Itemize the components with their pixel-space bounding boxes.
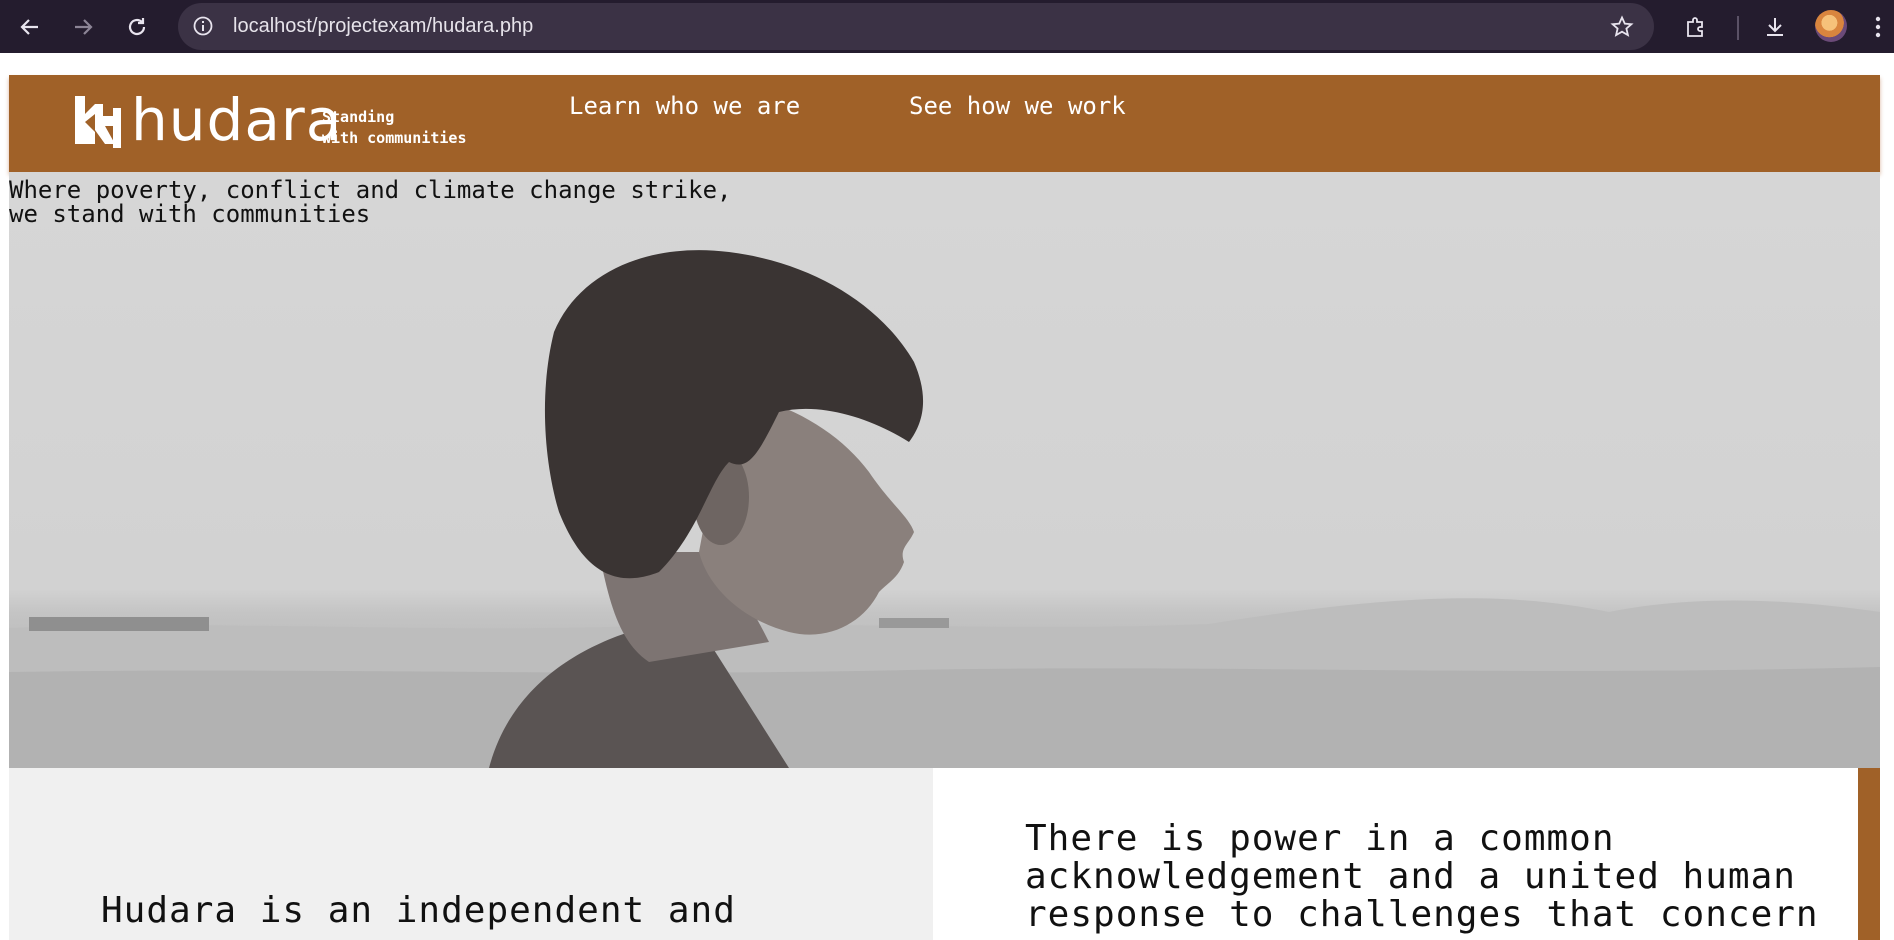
tagline-line-1: Standing [322,108,395,126]
reload-icon [128,18,146,36]
kebab-menu-icon [1875,16,1881,38]
toolbar-divider [1737,16,1739,40]
hudara-logo[interactable]: hudara [71,90,342,150]
arrow-left-icon [20,19,38,35]
bookmark-button[interactable] [1606,11,1638,43]
url-text[interactable]: localhost/projectexam/hudara.php [233,3,533,50]
arrow-right-icon [75,19,93,35]
intro-right-line-1: There is power in a common [1025,818,1615,859]
star-icon [1610,15,1634,37]
address-bar[interactable]: localhost/projectexam/hudara.php [178,3,1654,50]
browser-toolbar: localhost/projectexam/hudara.php [0,0,1894,63]
logo-mark-icon [75,96,121,148]
site-info-button[interactable] [188,11,218,41]
hero-line-2: we stand with communities [9,200,371,228]
puzzle-icon [1687,17,1703,37]
tagline-line-2: with communities [322,129,467,147]
hero-headline: Where poverty, conflict and climate chan… [9,178,731,226]
downloads-button[interactable] [1757,9,1793,45]
browser-menu-button[interactable] [1866,9,1890,45]
page-viewport: hudara Standing with communities Learn w… [0,63,1894,940]
forward-button[interactable] [65,9,101,45]
intro-right-line-2: acknowledgement and a united human [1025,856,1796,897]
tagline: Standing with communities [322,107,482,149]
intro-right-panel: There is power in a common acknowledgeme… [933,768,1857,940]
intro-left-panel: Hudara is an independent and [9,768,933,940]
intro-right-text: There is power in a common acknowledgeme… [1025,820,1845,934]
extensions-button[interactable] [1678,9,1714,45]
nav-learn-who-we-are[interactable]: Learn who we are [569,91,800,121]
back-button[interactable] [12,9,48,45]
reload-button[interactable] [119,9,155,45]
accent-bar [1858,768,1880,940]
hero-photo [9,250,1880,768]
logo-wordmark: hudara [131,86,343,154]
site-header: hudara Standing with communities Learn w… [9,75,1880,172]
intro-left-text: Hudara is an independent and [101,890,736,931]
download-icon [1767,18,1783,36]
intro-right-line-3: response to challenges that concern [1025,894,1819,935]
hero-banner: Where poverty, conflict and climate chan… [9,172,1880,768]
nav-see-how-we-work[interactable]: See how we work [909,91,1126,121]
info-icon [193,16,213,36]
profile-avatar[interactable] [1815,10,1847,42]
